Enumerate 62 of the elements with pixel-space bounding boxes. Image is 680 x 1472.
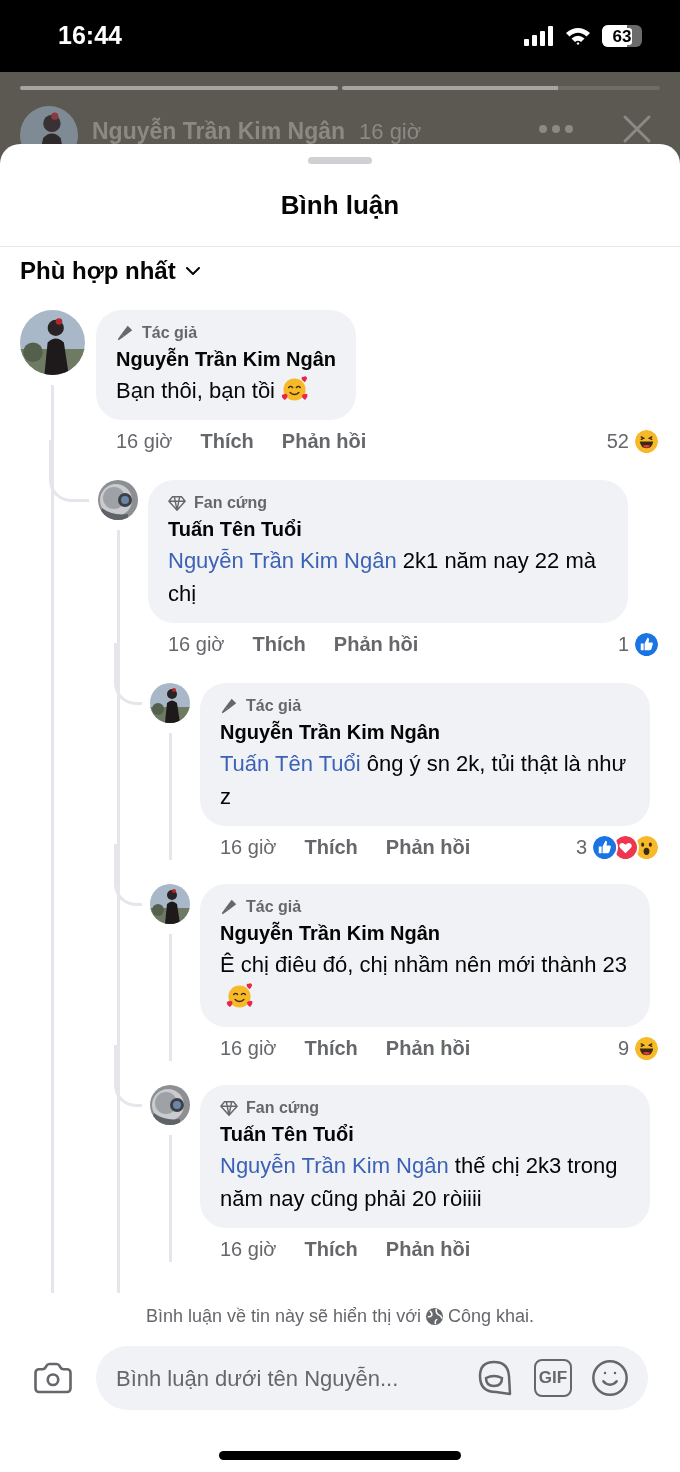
status-time: 16:44: [58, 20, 122, 52]
comment-input[interactable]: Bình luận dưới tên Nguyễn... GIF: [96, 1346, 648, 1410]
visibility-notice: Bình luận về tin này sẽ hiển thị với Công khai.: [146, 1305, 534, 1328]
diamond-icon: [220, 1099, 238, 1117]
commenter-name[interactable]: Tuấn Tên Tuổi: [220, 1119, 630, 1149]
reply-link[interactable]: Phản hồi: [333, 629, 419, 659]
comment-time: 16 giờ: [168, 632, 225, 657]
like-link[interactable]: Thích: [304, 1033, 358, 1063]
like-link[interactable]: Thích: [304, 1234, 358, 1264]
commenter-name[interactable]: Nguyễn Trần Kim Ngân: [220, 717, 630, 747]
badge-label: Tác giả: [246, 696, 302, 716]
diamond-icon: [168, 494, 186, 512]
sort-dropdown[interactable]: Phù hợp nhất: [20, 253, 200, 289]
comment-text: Nguyễn Trần Kim Ngân thế chị 2k3 trong năm nay cũng phải 20 ròiiii: [220, 1152, 619, 1213]
badge-label: Tác giả: [142, 323, 198, 343]
comment-time: 16 giờ: [220, 835, 277, 860]
comment-text: Tuấn Tên Tuổi ông ý sn 2k, tủi thật là như z: [220, 750, 628, 811]
reply-link[interactable]: Phản hồi: [385, 832, 471, 862]
more-icon: [538, 124, 574, 134]
comment-text: Bạn thôi, bạn tồi: [116, 374, 337, 407]
thread-connector: [114, 1045, 142, 1107]
reaction-count: 9: [617, 1036, 629, 1061]
thread-connector: [114, 643, 142, 705]
commenter-name[interactable]: Nguyễn Trần Kim Ngân: [116, 344, 337, 374]
globe-icon: [424, 1307, 444, 1326]
pen-icon: [220, 697, 238, 715]
reply-link[interactable]: Phản hồi: [281, 426, 367, 456]
pen-icon: [116, 324, 134, 342]
like-link[interactable]: Thích: [200, 426, 254, 456]
reply-link[interactable]: Phản hồi: [385, 1033, 471, 1063]
comment-text: Ê chị điêu đó, chị nhầm nên mới thành 23: [220, 948, 630, 1014]
emoji-icon[interactable]: [590, 1358, 630, 1398]
badge-label: Tác giả: [246, 897, 302, 917]
pen-icon: [220, 898, 238, 916]
smiling-face-with-hearts-icon: [281, 376, 308, 403]
thread-connector: [49, 440, 89, 502]
drag-handle[interactable]: [308, 157, 372, 164]
chevron-down-icon: [185, 267, 200, 275]
reaction-count: 1: [617, 632, 629, 657]
thread-connector: [114, 844, 142, 906]
mention-link[interactable]: Nguyễn Trần Kim Ngân: [220, 1153, 449, 1178]
comment-time: 16 giờ: [220, 1036, 277, 1061]
mention-link[interactable]: Tuấn Tên Tuổi: [220, 751, 361, 776]
like-link[interactable]: Thích: [304, 832, 358, 862]
comment-text: Nguyễn Trần Kim Ngân 2k1 năm nay 22 mà chị: [168, 547, 598, 608]
gif-button[interactable]: GIF: [534, 1359, 572, 1397]
badge-label: Fan cứng: [246, 1098, 319, 1118]
signal-icon: [524, 26, 554, 46]
reply-link[interactable]: Phản hồi: [385, 1234, 471, 1264]
comment-time: 16 giờ: [220, 1237, 277, 1262]
battery-indicator: 63: [602, 25, 642, 47]
reaction-count: 3: [575, 835, 587, 860]
like-link[interactable]: Thích: [252, 629, 306, 659]
comment-time: 16 giờ: [116, 429, 173, 454]
smiling-face-with-hearts-icon: [226, 983, 253, 1010]
commenter-name[interactable]: Nguyễn Trần Kim Ngân: [220, 918, 630, 948]
commenter-name[interactable]: Tuấn Tên Tuổi: [168, 514, 608, 544]
wifi-icon: [564, 26, 592, 46]
sheet-title: Bình luận: [280, 188, 400, 222]
badge-label: Fan cứng: [194, 493, 267, 513]
reaction-count: 52: [606, 429, 629, 454]
mention-link[interactable]: Nguyễn Trần Kim Ngân: [168, 548, 397, 573]
